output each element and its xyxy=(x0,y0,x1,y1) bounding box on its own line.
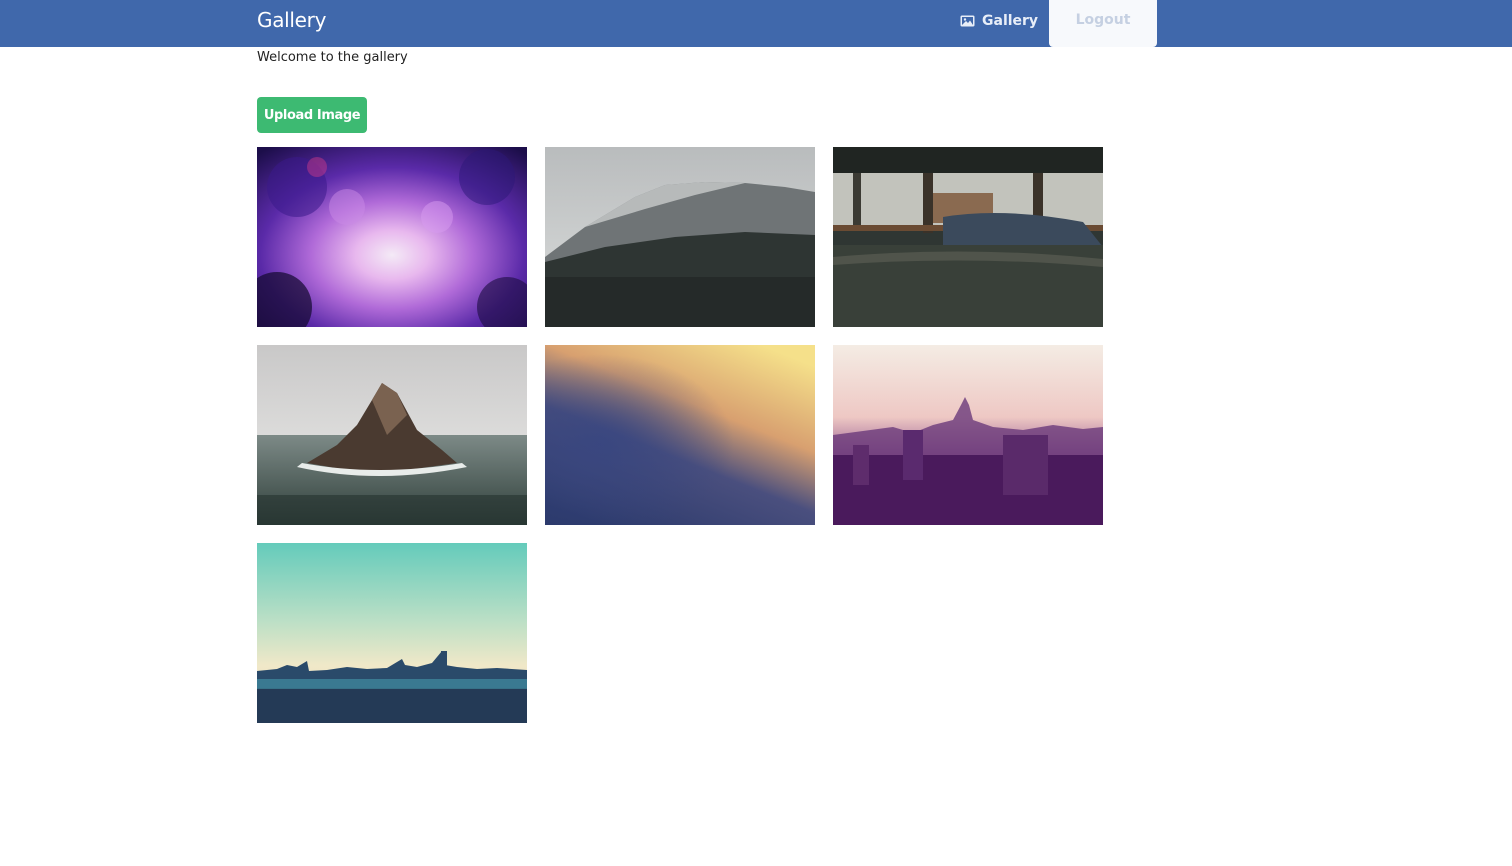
gallery-image[interactable] xyxy=(257,147,527,327)
gallery-image[interactable] xyxy=(833,147,1103,327)
image-icon xyxy=(960,15,975,27)
image-grid xyxy=(257,147,1103,723)
welcome-text: Welcome to the gallery xyxy=(257,50,408,65)
gallery-image[interactable] xyxy=(257,543,527,723)
blurred-gradient-image xyxy=(545,345,815,525)
top-navbar: Gallery Gallery Logout xyxy=(0,0,1512,47)
teal-city-image xyxy=(257,543,527,723)
logout-link[interactable]: Logout xyxy=(1049,0,1157,47)
gallery-image[interactable] xyxy=(545,345,815,525)
rock-island-image xyxy=(257,345,527,525)
abstract-purple-image xyxy=(257,147,527,327)
purple-city-image xyxy=(833,345,1103,525)
gallery-image[interactable] xyxy=(257,345,527,525)
upload-image-button[interactable]: Upload Image xyxy=(257,97,367,133)
gallery-image[interactable] xyxy=(833,345,1103,525)
bed-window-image xyxy=(833,147,1103,327)
brand-link[interactable]: Gallery xyxy=(257,8,326,32)
nav-gallery-link[interactable]: Gallery xyxy=(960,0,1038,41)
mountain-forest-image xyxy=(545,147,815,327)
nav-gallery-label: Gallery xyxy=(982,12,1039,29)
gallery-image[interactable] xyxy=(545,147,815,327)
